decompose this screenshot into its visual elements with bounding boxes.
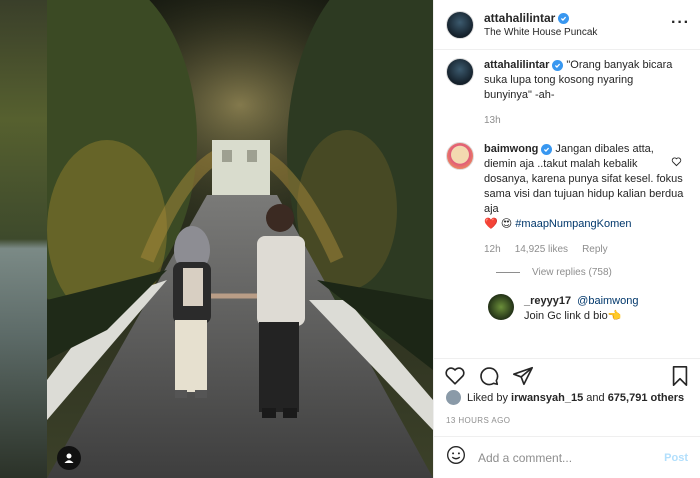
comment-emoji: ❤️ 😍 (484, 218, 513, 230)
reply-row: _reyyy17 @baimwong Join Gc link d bio👈 (488, 294, 688, 324)
caption-username[interactable]: attahalilintar (484, 59, 549, 71)
comment-hashtag[interactable]: #maapNumpangKomen (515, 218, 631, 230)
reply-mention[interactable]: @baimwong (577, 295, 638, 307)
comment-input[interactable]: Add a comment... (478, 451, 664, 465)
reply-text: Join Gc link d bio👈 (524, 310, 622, 322)
likes-count[interactable]: 675,791 others (608, 392, 684, 404)
divider-line (496, 272, 520, 273)
like-icon[interactable] (444, 365, 466, 388)
caption-row: attahalilintar "Orang banyak bicara suka … (446, 58, 688, 128)
post-sidebar: attahalilintar The White House Puncak ··… (433, 0, 700, 478)
comment-icon[interactable] (478, 365, 500, 388)
save-bookmark-icon[interactable] (670, 365, 690, 392)
post-button[interactable]: Post (664, 452, 688, 464)
add-comment-bar: Add a comment... Post (434, 436, 700, 478)
caption-avatar[interactable] (446, 58, 474, 86)
comment-time[interactable]: 12h (484, 242, 501, 257)
more-options-icon[interactable]: ··· (671, 14, 690, 32)
post-time-ago[interactable]: 13 HOURS AGO (446, 416, 510, 425)
likes-summary[interactable]: Liked by irwansyah_15 and 675,791 others (446, 390, 684, 405)
view-replies-button[interactable]: View replies (758) (496, 267, 688, 278)
post-header: attahalilintar The White House Puncak ··… (434, 0, 700, 50)
caption-time[interactable]: 13h (484, 113, 501, 128)
share-icon[interactable] (512, 365, 534, 388)
post-location[interactable]: The White House Puncak (484, 27, 597, 38)
comment-row: baimwong Jangan dibales atta, diemin aja … (446, 142, 688, 257)
author-avatar[interactable] (446, 10, 474, 39)
like-comment-icon[interactable] (671, 154, 682, 172)
post-actions (434, 358, 700, 388)
tagged-users-icon[interactable] (57, 446, 81, 470)
emoji-icon[interactable] (446, 445, 466, 470)
background-feed-strip (0, 0, 47, 478)
reply-button[interactable]: Reply (582, 242, 608, 257)
comment-avatar[interactable] (446, 142, 474, 170)
verified-badge-icon (541, 144, 553, 155)
likes-prefix: Liked by (467, 391, 508, 404)
view-replies-label: View replies (758) (532, 267, 612, 278)
verified-badge-icon (558, 12, 570, 24)
post-photo-scene (47, 0, 433, 478)
comments-list[interactable]: attahalilintar "Orang banyak bicara suka … (434, 58, 700, 354)
comment-likes[interactable]: 14,925 likes (515, 242, 568, 257)
author-username[interactable]: attahalilintar (484, 11, 555, 25)
liker-avatar[interactable] (446, 390, 461, 405)
post-photo[interactable] (47, 0, 433, 478)
liker-username[interactable]: irwansyah_15 (511, 392, 583, 404)
verified-badge-icon (552, 60, 564, 71)
reply-username[interactable]: _reyyy17 (524, 295, 571, 307)
likes-mid: and (586, 391, 605, 404)
reply-avatar[interactable] (488, 294, 514, 320)
comment-username[interactable]: baimwong (484, 143, 538, 155)
